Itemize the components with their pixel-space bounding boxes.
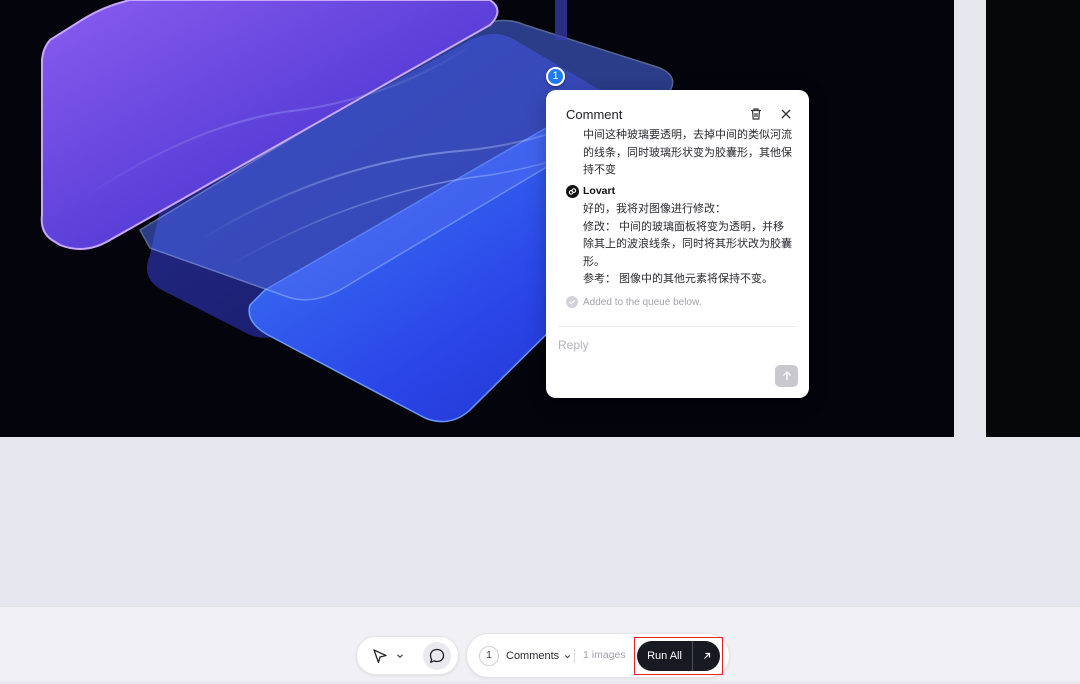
lovart-avatar-icon [566, 184, 579, 198]
run-all-group: Run All [637, 641, 720, 671]
glass-panels-illustration [40, 0, 701, 423]
comment-popup-title: Comment [566, 107, 623, 122]
run-all-button[interactable]: Run All [637, 641, 692, 671]
chevron-down-icon [565, 654, 571, 658]
images-count: 1 images [583, 649, 626, 661]
comment-tool-button[interactable] [423, 642, 451, 670]
reply-input[interactable] [558, 336, 758, 354]
comments-label: Comments [506, 650, 560, 662]
select-tool-button[interactable] [371, 646, 417, 666]
comment-bubble-icon [429, 648, 445, 664]
trash-icon[interactable] [748, 106, 764, 122]
check-circle-icon [566, 296, 578, 308]
comment-text: 中间这种玻璃要透明，去掉中间的类似河流的线条，同时玻璃形状变为胶囊形，其他保持不… [583, 129, 792, 177]
comment-popup: Comment 中间这种玻璃要透明，去掉中间的类似河流的线条，同时玻璃形状变为胶… [546, 90, 809, 398]
comments-dropdown[interactable]: Comments [506, 648, 572, 664]
run-all-expand-button[interactable] [693, 641, 720, 671]
chevron-down-icon [397, 654, 403, 659]
reply-text: 好的，我将对图像进行修改： 修改： 中间的玻璃面板将变为透明，并移除其上的波浪线… [583, 201, 793, 289]
comment-pin[interactable]: 1 [546, 67, 565, 86]
artwork-image[interactable] [0, 0, 954, 437]
pointer-icon [373, 649, 387, 664]
tool-switcher [356, 636, 459, 675]
close-icon[interactable] [778, 106, 794, 122]
arrow-up-right-icon [703, 652, 710, 659]
arrow-up-icon [782, 371, 791, 380]
reply-line: 参考： 图像中的其他元素将保持不变。 [583, 273, 774, 286]
canvas [0, 0, 1080, 606]
author-name: Lovart [583, 185, 616, 197]
divider [574, 649, 575, 663]
reply-line: 修改： 中间的玻璃面板将变为透明，并移除其上的波浪线条，同时将其形状改为胶囊形。 [583, 220, 792, 268]
send-button[interactable] [775, 365, 798, 387]
reply-author: Lovart [566, 184, 615, 198]
queued-status-text: Added to the queue below. [583, 296, 702, 308]
reply-line: 好的，我将对图像进行修改： [583, 203, 726, 215]
comment-count-badge: 1 [479, 646, 499, 666]
comment-queue-bar: 1 Comments 1 images Run All [466, 633, 730, 678]
queued-status: Added to the queue below. [566, 295, 701, 309]
divider [558, 326, 798, 327]
artwork-image-secondary[interactable] [986, 0, 1080, 437]
